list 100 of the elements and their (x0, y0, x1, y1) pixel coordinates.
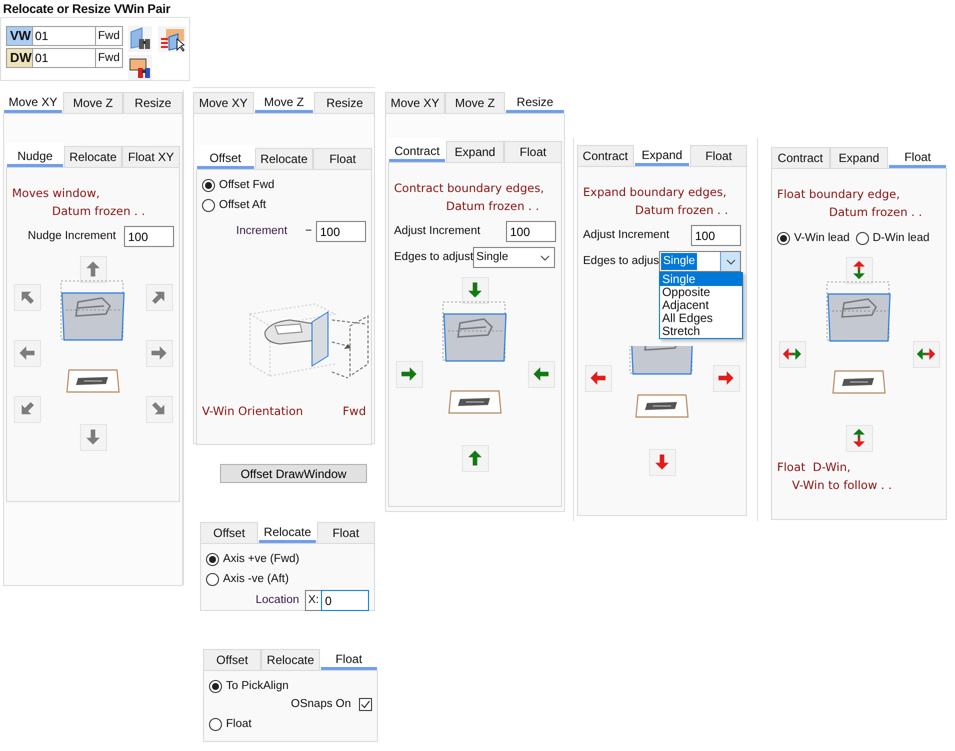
window-id-field[interactable]: 01 (32, 26, 96, 46)
field-label: Location (256, 592, 300, 608)
arrow-button[interactable] (396, 360, 422, 388)
arrow-button[interactable] (14, 340, 40, 366)
tab[interactable]: Contract (577, 145, 634, 166)
tab[interactable]: Float (313, 148, 372, 169)
check-icon (360, 699, 371, 710)
orientation-value: Fwd (342, 403, 366, 420)
increment-field[interactable]: 100 (691, 225, 741, 246)
arrow-button[interactable] (80, 256, 106, 282)
tab[interactable]: Move XY (385, 92, 445, 113)
tab[interactable]: Float (316, 522, 375, 543)
arrow-button[interactable] (912, 340, 940, 368)
dropdown-option[interactable]: Opposite (660, 286, 742, 299)
binoculars-window-icon[interactable] (128, 26, 152, 52)
arrow-button[interactable] (846, 256, 872, 284)
window-tag: DW (6, 48, 32, 68)
right-arrow-icon (400, 365, 418, 383)
offset-button[interactable]: Offset DrawWindow (220, 464, 367, 483)
field-label: Adjust Increment (394, 224, 480, 239)
increment-field[interactable]: 100 (124, 226, 174, 247)
radio-label[interactable]: To PickAlign (226, 678, 289, 696)
direction-label: Fwd (96, 48, 123, 68)
tab[interactable]: Offset (200, 522, 258, 543)
tab[interactable]: Move Z (63, 92, 123, 113)
checkbox[interactable] (359, 698, 372, 712)
radio-button[interactable] (202, 199, 215, 212)
increment-field[interactable]: 100 (506, 221, 556, 242)
radio-label[interactable]: Axis +ve (Fwd) (223, 550, 300, 568)
arrow-button[interactable] (146, 340, 172, 366)
arrow-button[interactable] (584, 364, 612, 392)
dropdown-option[interactable]: Adjacent (660, 299, 742, 312)
checkbox-label[interactable]: OSnaps On (290, 696, 351, 714)
radio-button[interactable] (206, 573, 219, 586)
tab[interactable]: Move XY (193, 92, 254, 113)
tab[interactable]: Float XY (122, 146, 180, 167)
arrow-button[interactable] (528, 360, 554, 388)
tab[interactable]: Contract (771, 147, 830, 168)
arrow-button[interactable] (14, 396, 40, 422)
tab[interactable]: Offset (196, 145, 255, 169)
window-boat-drawing (826, 281, 892, 343)
dropdown-option[interactable]: Stretch (660, 325, 742, 338)
radio-button[interactable] (206, 553, 219, 566)
tab[interactable]: Resize (123, 92, 183, 113)
tab[interactable]: Nudge (6, 143, 64, 167)
arrow-button[interactable] (146, 396, 172, 422)
arrow-button[interactable] (14, 284, 40, 310)
arrow-button[interactable] (846, 424, 872, 452)
radio-button[interactable] (209, 718, 222, 732)
tab[interactable]: Resize (314, 92, 376, 113)
tab[interactable]: Contract (388, 138, 446, 162)
arrow-button[interactable] (648, 448, 676, 476)
hint-text: Float boundary edge, (777, 186, 901, 203)
left-arrow-icon (532, 365, 550, 383)
window-boat-drawing (442, 301, 508, 363)
radio-label[interactable]: Offset Fwd (219, 176, 274, 194)
increment-field[interactable]: 100 (316, 221, 366, 242)
right-arrow-icon (150, 344, 168, 362)
arrow-button[interactable] (462, 444, 488, 472)
hint-text: Moves window, (12, 185, 101, 202)
tab[interactable]: Relocate (261, 649, 320, 670)
tab[interactable]: Relocate (254, 148, 314, 169)
binoculars-window-icon[interactable] (128, 55, 152, 81)
tab[interactable]: Float (690, 145, 748, 166)
radio-label[interactable]: D-Win lead (872, 230, 930, 248)
radio-label[interactable]: V-Win lead (794, 230, 850, 248)
edges-dropdown[interactable]: Single (473, 247, 556, 268)
tab[interactable]: Expand (446, 141, 504, 162)
arrow-button[interactable] (462, 276, 488, 304)
arrow-button[interactable] (778, 340, 806, 368)
tab[interactable]: Offset (203, 649, 262, 670)
tab[interactable]: Expand (830, 147, 888, 168)
window-id-field[interactable]: 01 (32, 48, 96, 68)
boat-label-drawing (66, 368, 120, 394)
down-arrow-icon (84, 428, 102, 446)
radio-label[interactable]: Axis -ve (Aft) (223, 570, 289, 588)
dropdown-option[interactable]: Single (660, 273, 742, 286)
dropdown-option[interactable]: All Edges (660, 312, 742, 325)
tab[interactable]: Float (504, 141, 562, 162)
arrow-button[interactable] (712, 364, 740, 392)
radio-button[interactable] (209, 680, 222, 693)
minus-sign: − (305, 224, 312, 239)
radio-button[interactable] (202, 179, 215, 192)
hint-text: Contract boundary edges, (394, 180, 545, 197)
boat-label-drawing (448, 389, 502, 415)
window-boat-drawing (629, 346, 695, 376)
arrow-button[interactable] (146, 284, 172, 310)
radio-label[interactable]: Offset Aft (219, 196, 266, 214)
arrow-button[interactable] (80, 424, 106, 450)
tab[interactable]: Move Z (445, 92, 505, 113)
window-cursor-icon[interactable] (158, 26, 186, 52)
tab[interactable]: Relocate (64, 146, 122, 167)
radio-button[interactable] (856, 232, 869, 245)
up-arrow-icon (84, 260, 102, 278)
radio-button[interactable] (777, 232, 790, 245)
radio-label[interactable]: Float (226, 716, 252, 734)
right-arrow-icon (717, 369, 735, 387)
location-field[interactable]: 0 (321, 590, 369, 611)
boat-label-drawing (635, 393, 689, 419)
hint-text: Datum frozen . . (51, 203, 146, 220)
